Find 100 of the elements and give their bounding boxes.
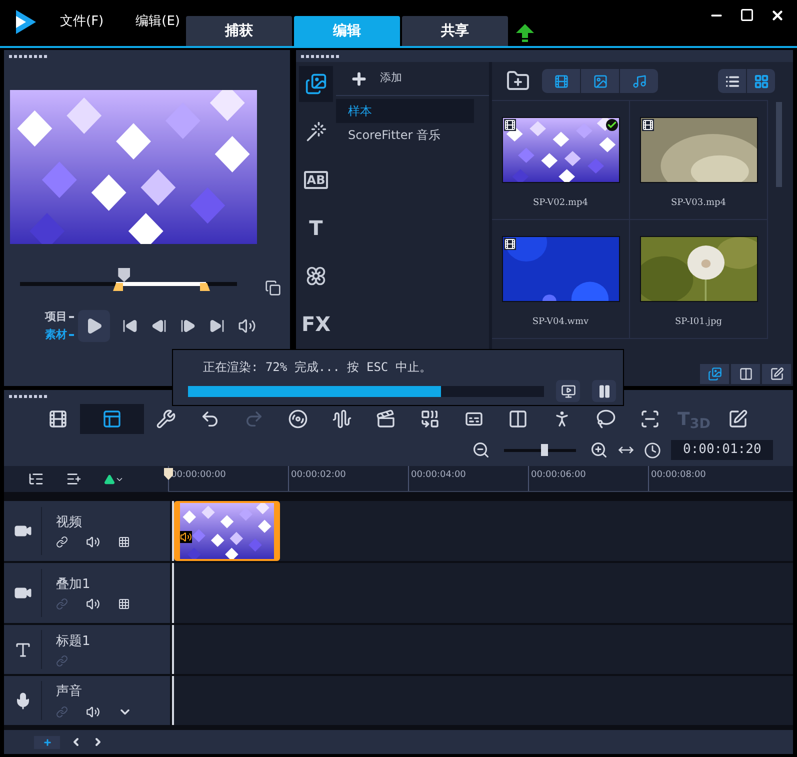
filter-button[interactable] (542, 69, 580, 93)
track-name: 叠加1 (56, 576, 92, 594)
close-icon[interactable] (770, 8, 785, 23)
track-header[interactable]: 标题1 (4, 625, 170, 674)
mode-option[interactable]: 项目 (45, 310, 74, 324)
media-filename: SP-V03.mp4 (671, 197, 726, 210)
zoom-in-icon[interactable] (590, 441, 608, 459)
add-track-list-icon[interactable] (66, 471, 82, 487)
playhead[interactable] (164, 468, 173, 480)
mask-icon[interactable] (118, 598, 130, 610)
step-forward-icon[interactable] (180, 318, 196, 334)
toolbar-button[interactable] (80, 404, 144, 434)
video-clip[interactable] (174, 501, 280, 561)
panel-button[interactable] (700, 364, 729, 384)
skip-forward-icon[interactable] (209, 318, 225, 334)
trim-start-marker[interactable] (113, 283, 123, 291)
scrollbar[interactable] (776, 102, 782, 187)
track-manager-icon[interactable] (28, 471, 44, 487)
link-icon[interactable] (56, 536, 68, 548)
filter-button[interactable] (581, 69, 619, 93)
flower-icon (305, 265, 327, 287)
mode-tab[interactable]: 捕获 (186, 16, 292, 46)
ruler-label: 00:00:00:00 (171, 469, 227, 481)
add-track-button[interactable] (34, 736, 60, 748)
zoom-out-icon[interactable] (472, 441, 490, 459)
track-lane[interactable] (172, 625, 793, 674)
track-header[interactable]: 视频 (4, 501, 170, 561)
library-tab[interactable]: FX (299, 306, 333, 342)
grip-handle[interactable] (9, 54, 49, 58)
lasso-icon (596, 409, 616, 429)
timeline-icon (102, 409, 122, 429)
panel-button[interactable] (731, 364, 760, 384)
library-tab[interactable]: AB (299, 162, 333, 198)
media-tile[interactable]: SP-V04.wmv (492, 220, 630, 339)
track-lane[interactable] (172, 501, 793, 561)
mode-option[interactable]: 素材 (45, 328, 74, 342)
track-lane[interactable] (172, 563, 793, 623)
audio-icon (180, 531, 192, 543)
ruler-label: 00:00:08:00 (651, 469, 707, 481)
grid-icon (754, 74, 768, 88)
media-tile[interactable]: SP-I01.jpg (630, 220, 768, 339)
media-tile[interactable]: SP-V03.mp4 (630, 101, 768, 220)
library-tab[interactable]: T (299, 210, 333, 246)
media-filename: SP-I01.jpg (675, 316, 722, 329)
enlarge-icon[interactable] (265, 280, 281, 296)
zoom-slider[interactable] (504, 443, 576, 457)
category-item[interactable]: ScoreFitter 音乐 (336, 123, 474, 147)
media-filename: SP-V02.mp4 (533, 197, 588, 210)
film-icon (48, 409, 68, 429)
volume-icon[interactable] (86, 704, 100, 719)
track-name: 声音 (56, 683, 83, 702)
trim-end-marker[interactable] (200, 283, 210, 291)
zoom-thumb[interactable] (540, 444, 548, 456)
list-icon (724, 74, 740, 88)
media-tile[interactable]: SP-V02.mp4 (492, 101, 630, 220)
add-icon[interactable] (350, 70, 368, 88)
ruler-label: 00:00:02:00 (291, 469, 347, 481)
menu-item[interactable]: 编辑(E) (128, 12, 188, 32)
grip-handle[interactable] (9, 394, 49, 398)
ruler-label: 00:00:06:00 (531, 469, 587, 481)
disc-icon (288, 409, 308, 429)
mode-tab[interactable]: 共享 (402, 16, 508, 46)
film-icon (554, 74, 568, 88)
volume-icon[interactable] (238, 317, 256, 335)
wrench-icon (156, 409, 176, 429)
add-label[interactable]: 添加 (380, 70, 402, 87)
app-logo (16, 10, 36, 34)
category-item[interactable]: 样本 (336, 99, 474, 123)
track-lane[interactable] (172, 676, 793, 725)
magic-wand-icon (305, 121, 327, 143)
track-header[interactable]: 叠加1 (4, 563, 170, 623)
mask-icon[interactable] (118, 536, 130, 548)
text-icon (14, 640, 32, 658)
view-button[interactable] (747, 69, 775, 93)
menu-item[interactable]: 文件(F) (52, 12, 112, 32)
skip-back-icon[interactable] (122, 318, 138, 334)
frame-icon (640, 409, 660, 429)
grip-handle[interactable] (301, 54, 341, 58)
columns-icon (738, 367, 752, 381)
play-icon (85, 317, 103, 335)
scrubber-thumb[interactable] (118, 268, 130, 282)
marker-icon[interactable] (104, 474, 124, 484)
panel-button[interactable] (762, 364, 791, 384)
undo-icon (200, 409, 220, 429)
track-header[interactable]: 声音 (4, 676, 170, 725)
view-button[interactable] (718, 69, 746, 93)
folder-add-icon[interactable] (506, 69, 530, 93)
volume-icon[interactable] (86, 535, 100, 550)
clock-icon[interactable] (644, 442, 661, 458)
pause-button[interactable] (592, 380, 616, 402)
volume-icon[interactable] (86, 597, 100, 612)
preview-button[interactable] (556, 380, 580, 402)
timecode-field[interactable]: 0:00:01:20 (671, 440, 773, 460)
step-back-icon[interactable] (151, 318, 167, 334)
upload-arrow-icon[interactable] (516, 24, 534, 42)
library-tab[interactable] (299, 66, 333, 102)
filter-button[interactable] (620, 69, 658, 93)
maximize-icon[interactable] (740, 8, 754, 22)
pen-icon (770, 367, 784, 381)
play-button[interactable] (78, 310, 110, 342)
